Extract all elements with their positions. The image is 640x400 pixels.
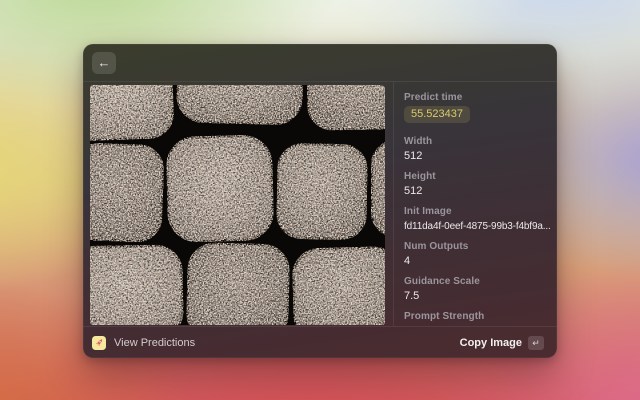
metadata-value: fd11da4f-0eef-4875-99b3-f4bf9a... (404, 220, 551, 233)
metadata-value: 4 (404, 255, 551, 268)
metadata-value: 0.8 (404, 325, 551, 326)
desktop-background: ← (0, 0, 640, 400)
action-bar: View Predictions Copy Image ↵ (83, 326, 557, 358)
action-bar-title: View Predictions (114, 337, 195, 349)
metadata-label: Guidance Scale (404, 276, 551, 288)
field-height: Height 512 (404, 171, 551, 198)
window-header: ← (83, 44, 557, 81)
copy-image-label: Copy Image (460, 337, 522, 349)
metadata-value: 512 (404, 150, 551, 163)
copy-image-action[interactable]: Copy Image ↵ (456, 333, 548, 353)
raycast-window: ← (83, 44, 557, 358)
back-button[interactable]: ← (92, 52, 116, 74)
metadata-label: Init Image (404, 206, 551, 218)
detail-content: Predict time 55.523437 Width 512 Height … (83, 81, 557, 326)
action-bar-context: View Predictions (92, 336, 195, 350)
field-prompt-strength: Prompt Strength 0.8 (404, 311, 551, 326)
metadata-value: 7.5 (404, 290, 551, 303)
cobblestone-photo (90, 85, 385, 325)
metadata-panel: Predict time 55.523437 Width 512 Height … (394, 82, 557, 326)
rocket-icon (92, 336, 106, 350)
metadata-label: Predict time (404, 92, 551, 104)
metadata-value: 512 (404, 185, 551, 198)
prediction-image (90, 85, 385, 325)
field-init-image: Init Image fd11da4f-0eef-4875-99b3-f4bf9… (404, 206, 551, 233)
metadata-value-tag: 55.523437 (404, 106, 470, 123)
metadata-label: Num Outputs (404, 241, 551, 253)
enter-key-badge: ↵ (528, 336, 544, 350)
metadata-label: Width (404, 136, 551, 148)
metadata-label: Height (404, 171, 551, 183)
field-predict-time: Predict time 55.523437 (404, 92, 551, 128)
field-width: Width 512 (404, 136, 551, 163)
field-num-outputs: Num Outputs 4 (404, 241, 551, 268)
metadata-label: Prompt Strength (404, 311, 551, 323)
field-guidance-scale: Guidance Scale 7.5 (404, 276, 551, 303)
